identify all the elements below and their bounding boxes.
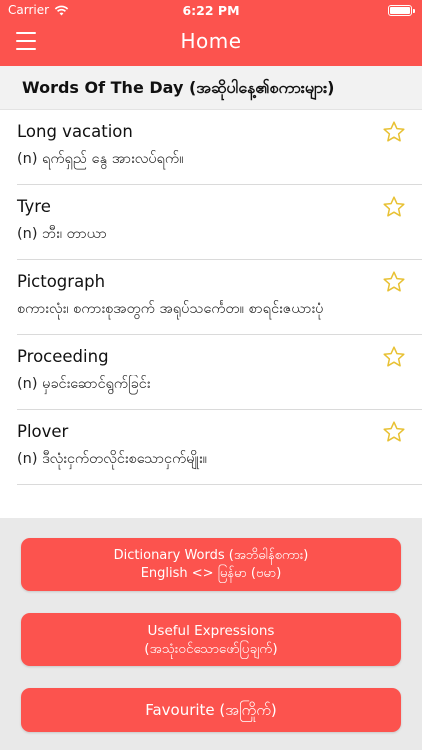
favourite-button[interactable]: Favourite (အကြိုက်)	[21, 688, 401, 732]
section-header: Words Of The Day (အဆိုပါနေ့၏စကားများ)	[0, 66, 422, 110]
expressions-button-label: Useful Expressions	[147, 623, 275, 639]
dictionary-words-button[interactable]: Dictionary Words (အဘိဓါန်စကား) English <…	[21, 538, 401, 591]
word-definition: စကားလုံး၊ စကားစုအတွက် အရုပ်သင်္ကေတ။ စာရင…	[17, 301, 324, 317]
star-icon[interactable]	[382, 120, 406, 144]
list-item[interactable]: Tyre (n) ဘီး၊ တာယာ	[17, 185, 422, 260]
list-item[interactable]: Proceeding (n) မှခင်းဆောင်ရွက်ခြင်း	[17, 335, 422, 410]
word-title: Pictograph	[17, 272, 106, 291]
list-item[interactable]: Long vacation (n) ရက်ရှည် နွေ အားလပ်ရက်။	[17, 110, 422, 185]
word-title: Plover	[17, 422, 69, 441]
word-definition: (n) ဘီး၊ တာယာ	[17, 226, 107, 242]
status-bar: Carrier 6:22 PM	[0, 0, 422, 22]
star-icon[interactable]	[382, 195, 406, 219]
useful-expressions-button[interactable]: Useful Expressions (အသုံးဝင်သောဖော်ပြချက…	[21, 613, 401, 666]
star-icon[interactable]	[382, 420, 406, 444]
expressions-button-sublabel: (အသုံးဝင်သောဖော်ပြချက်)	[144, 641, 278, 657]
word-definition: (n) ဒီလုံးငှက်တလိုင်းစသောငှက်မျိုး။	[17, 451, 208, 467]
star-icon[interactable]	[382, 270, 406, 294]
dictionary-button-sublabel: English <> မြန်မာ (ဗမာ)	[140, 566, 282, 581]
top-bar: Carrier 6:22 PM Home	[0, 0, 422, 66]
status-time: 6:22 PM	[182, 3, 240, 18]
word-definition: (n) ရက်ရှည် နွေ အားလပ်ရက်။	[17, 151, 184, 167]
words-of-the-day-list: Long vacation (n) ရက်ရှည် နွေ အားလပ်ရက်။…	[0, 110, 422, 485]
word-title: Long vacation	[17, 122, 133, 141]
favourite-button-label: Favourite (အကြိုက်)	[145, 701, 277, 719]
navigation-bar: Home	[0, 22, 422, 66]
dictionary-button-label: Dictionary Words (အဘိဓါန်စကား)	[113, 548, 309, 563]
word-title: Tyre	[17, 197, 51, 216]
battery-icon	[388, 5, 415, 16]
page-title: Home	[180, 29, 242, 53]
star-icon[interactable]	[382, 345, 406, 369]
word-title: Proceeding	[17, 347, 109, 366]
bottom-panel: Dictionary Words (အဘိဓါန်စကား) English <…	[0, 518, 422, 750]
word-definition: (n) မှခင်းဆောင်ရွက်ခြင်း	[17, 376, 151, 392]
list-item[interactable]: Plover (n) ဒီလုံးငှက်တလိုင်းစသောငှက်မျို…	[17, 410, 422, 485]
list-item[interactable]: Pictograph စကားလုံး၊ စကားစုအတွက် အရုပ်သင…	[17, 260, 422, 335]
